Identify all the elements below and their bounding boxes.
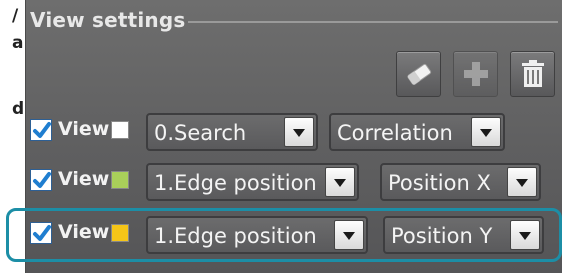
chevron-down-icon [516, 179, 528, 187]
dropdown-button[interactable] [334, 220, 364, 250]
eraser-button[interactable] [396, 51, 441, 97]
eraser-icon [407, 63, 432, 85]
chevron-down-icon [334, 179, 346, 187]
clipped-char: d [12, 99, 25, 119]
view-label: View [58, 168, 110, 190]
checkmark-icon [33, 122, 51, 138]
color-swatch[interactable] [111, 171, 129, 189]
view-row: View 0.Search Correlation [26, 110, 562, 154]
trash-icon [522, 60, 544, 87]
chevron-down-icon [519, 232, 531, 240]
dropdown-button[interactable] [471, 117, 501, 147]
title-divider [188, 21, 558, 23]
source-select[interactable]: 1.Edge position [146, 163, 359, 201]
view-label: View [58, 118, 110, 140]
plus-icon [464, 62, 488, 86]
view-row-selected: View 1.Edge position Position Y [26, 213, 562, 257]
measurement-select-value: Position Y [391, 224, 493, 248]
chevron-down-icon [343, 232, 355, 240]
color-swatch[interactable] [111, 224, 129, 242]
source-select-value: 0.Search [154, 121, 247, 145]
clipped-char: / [12, 6, 19, 26]
view-checkbox[interactable] [30, 222, 52, 244]
measurement-select[interactable]: Correlation [329, 113, 505, 151]
delete-button[interactable] [510, 51, 555, 97]
dropdown-button[interactable] [507, 167, 537, 197]
measurement-select[interactable]: Position Y [383, 216, 544, 254]
view-checkbox[interactable] [30, 119, 52, 141]
source-select-value: 1.Edge position [154, 171, 317, 195]
dropdown-button[interactable] [510, 220, 540, 250]
chevron-down-icon [293, 129, 305, 137]
add-button[interactable] [453, 51, 498, 97]
source-select[interactable]: 0.Search [146, 113, 318, 151]
checkmark-icon [33, 225, 51, 241]
measurement-select[interactable]: Position X [380, 163, 541, 201]
measurement-select-value: Correlation [337, 121, 453, 145]
clipped-char: a [12, 33, 24, 53]
view-row: View 1.Edge position Position X [26, 160, 562, 204]
chevron-down-icon [480, 129, 492, 137]
panel-header: View settings [26, 6, 562, 36]
view-label: View [58, 221, 110, 243]
dropdown-button[interactable] [284, 117, 314, 147]
panel-title: View settings [30, 8, 186, 32]
source-select-value: 1.Edge position [154, 224, 317, 248]
dropdown-button[interactable] [325, 167, 355, 197]
view-settings-panel: View settings View 0.Search Correlation … [6, 0, 562, 273]
source-select[interactable]: 1.Edge position [146, 216, 368, 254]
color-swatch[interactable] [111, 121, 129, 139]
measurement-select-value: Position X [388, 171, 491, 195]
checkmark-icon [33, 172, 51, 188]
view-checkbox[interactable] [30, 169, 52, 191]
